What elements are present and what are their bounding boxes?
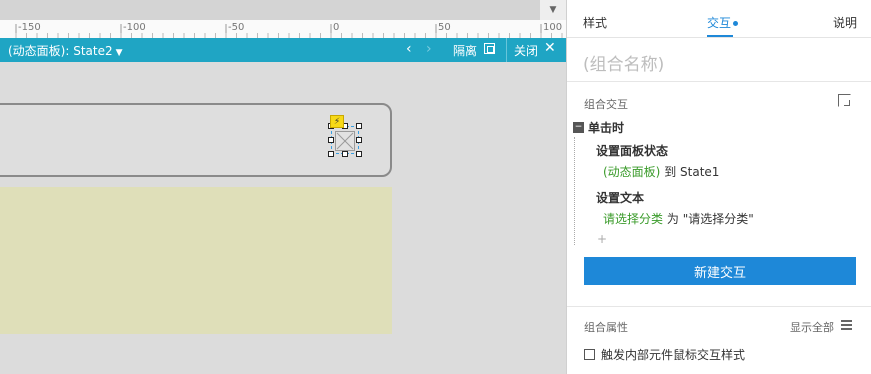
close-icon[interactable]: ✕	[544, 40, 556, 56]
show-all-link[interactable]: 显示全部	[790, 319, 834, 335]
resize-handle[interactable]	[328, 151, 334, 157]
tab-notes[interactable]: 说明	[833, 14, 857, 31]
image-placeholder-icon[interactable]	[335, 131, 355, 151]
expand-icon[interactable]	[838, 94, 851, 107]
tab-interactions[interactable]: 交互	[707, 14, 739, 31]
action-value: State1	[680, 165, 720, 179]
isolate-icon[interactable]	[484, 43, 495, 54]
section-title: 组合属性	[584, 321, 628, 334]
resize-handle[interactable]	[356, 123, 362, 129]
divider	[506, 38, 507, 62]
tab-interactions-label: 交互	[707, 16, 732, 30]
inspector-tabs: 样式 交互 说明	[567, 0, 871, 38]
chevron-right-icon[interactable]: ›	[426, 41, 432, 57]
ruler-tick-label: -150	[18, 22, 41, 33]
menu-icon[interactable]	[841, 320, 852, 330]
tree-connector	[574, 137, 575, 245]
action-title[interactable]: 设置文本	[596, 189, 644, 206]
resize-handle[interactable]	[328, 137, 334, 143]
new-interaction-button[interactable]: 新建交互	[584, 257, 856, 285]
divider	[567, 81, 871, 82]
add-action-icon[interactable]: +	[597, 232, 607, 246]
caret-down-icon: ▼	[115, 48, 123, 58]
ruler-ticks	[15, 24, 563, 38]
isolate-button[interactable]: 隔离	[453, 42, 477, 59]
close-button[interactable]: 关闭	[514, 42, 538, 59]
group-name-input[interactable]: (组合名称)	[583, 50, 664, 75]
action-target: 请选择分类	[603, 212, 664, 226]
action-value: "请选择分类"	[682, 212, 754, 226]
dynamic-panel-state-bar: (动态面板): State2 ▼ ‹ › 隔离 关闭 ✕	[0, 38, 566, 62]
chevron-left-icon[interactable]: ‹	[406, 41, 412, 57]
resize-handle[interactable]	[356, 137, 362, 143]
checkbox[interactable]	[584, 349, 595, 360]
event-label: 单击时	[588, 121, 625, 135]
panel-state-label: (动态面板): State2	[8, 44, 113, 58]
ruler-tick-label: -50	[228, 22, 245, 33]
ruler-tick-label: 100	[543, 22, 563, 33]
selected-image-widget[interactable]	[328, 123, 362, 157]
action-title[interactable]: 设置面板状态	[596, 142, 668, 159]
ruler-tick-label: 0	[333, 22, 340, 33]
checkbox-row[interactable]: 触发内部元件鼠标交互样式	[584, 346, 745, 363]
active-dot-icon	[733, 21, 739, 26]
action-target: (动态面板)	[603, 165, 661, 179]
collapse-icon[interactable]: −	[573, 122, 584, 133]
section-title: 组合交互	[584, 98, 628, 111]
horizontal-ruler: ▼ -150 -100 -50 0 50 100	[0, 0, 566, 38]
rectangle-widget[interactable]	[0, 187, 392, 334]
checkbox-label: 触发内部元件鼠标交互样式	[601, 348, 746, 362]
inspector-panel: 样式 交互 说明 (组合名称) 组合交互 − 单击时 设置面板状态 (动态面板) …	[566, 0, 871, 374]
panel-state-dropdown[interactable]: (动态面板): State2 ▼	[8, 42, 123, 59]
active-tab-underline	[707, 35, 733, 37]
event-row[interactable]: − 单击时	[573, 119, 624, 136]
resize-handle[interactable]	[356, 151, 362, 157]
lightning-icon[interactable]: ⚡	[330, 115, 344, 128]
action-connector: 为	[666, 212, 679, 226]
ruler-tick-label: -100	[123, 22, 146, 33]
divider	[567, 306, 871, 307]
action-connector: 到	[664, 165, 677, 179]
action-detail[interactable]: (动态面板) 到 State1	[603, 163, 719, 180]
action-detail[interactable]: 请选择分类 为 "请选择分类"	[603, 210, 754, 227]
canvas-area[interactable]: ▼ -150 -100 -50 0 50 100 (动态面板): State2 ▼…	[0, 0, 566, 374]
resize-handle[interactable]	[342, 151, 348, 157]
cross-icon	[336, 132, 354, 150]
ruler-tick-label: 50	[438, 22, 451, 33]
tab-style[interactable]: 样式	[583, 14, 607, 31]
